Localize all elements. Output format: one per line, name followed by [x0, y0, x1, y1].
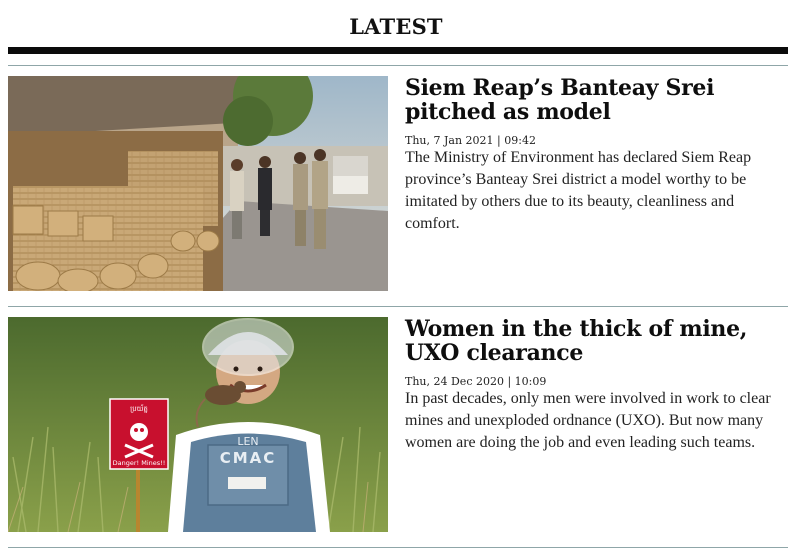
- article-headline[interactable]: Women in the thick of mine, UXO clearanc…: [405, 317, 788, 365]
- divider: [8, 65, 788, 66]
- svg-text:Danger! Mines!!: Danger! Mines!!: [113, 459, 166, 467]
- svg-text:ប្រយ័ត្ន: ប្រយ័ត្ន: [130, 404, 148, 413]
- article-thumbnail[interactable]: [8, 76, 388, 291]
- section-title-rule: [8, 47, 788, 54]
- article-headline[interactable]: Siem Reap’s Banteay Srei pitched as mode…: [405, 76, 788, 124]
- divider: [8, 547, 788, 548]
- article-thumbnail[interactable]: ប្រយ័ត្ន Danger! Mines!! LEN CMAC: [8, 317, 388, 532]
- svg-text:LEN: LEN: [237, 435, 258, 448]
- article-date: Thu, 24 Dec 2020 | 10:09: [405, 375, 547, 388]
- section-title: LATEST: [349, 14, 443, 39]
- article-summary: In past decades, only men were involved …: [405, 390, 771, 451]
- article-summary: The Ministry of Environment has declared…: [405, 149, 752, 232]
- article-card: ប្រយ័ត្ន Danger! Mines!! LEN CMAC Women …: [8, 317, 788, 532]
- divider: [8, 306, 788, 307]
- mine-warning-sign: ប្រយ័ត្ន Danger! Mines!!: [109, 398, 169, 470]
- article-date: Thu, 7 Jan 2021 | 09:42: [405, 134, 536, 147]
- svg-text:CMAC: CMAC: [220, 449, 277, 467]
- article-card: Siem Reap’s Banteay Srei pitched as mode…: [8, 76, 788, 291]
